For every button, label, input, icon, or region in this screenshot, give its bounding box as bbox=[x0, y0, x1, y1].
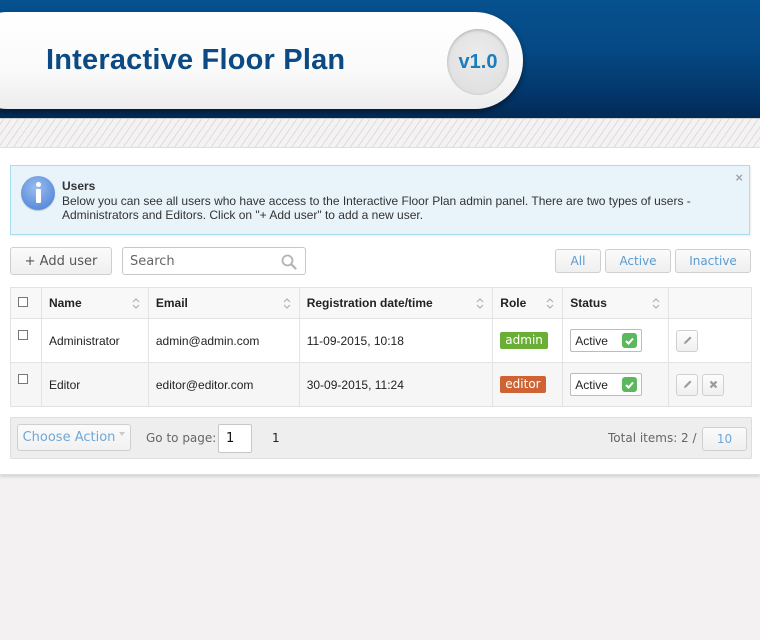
table-row: Administrator admin@admin.com 11-09-2015… bbox=[10, 318, 752, 363]
row-checkbox[interactable] bbox=[18, 373, 28, 384]
registration-cell: 30-09-2015, 11:24 bbox=[298, 362, 494, 407]
edit-button[interactable] bbox=[676, 373, 699, 396]
filter-all-button[interactable]: All bbox=[555, 249, 601, 273]
pencil-icon bbox=[683, 380, 692, 388]
table-row: Editor editor@editor.com 30-09-2015, 11:… bbox=[10, 362, 752, 407]
version-badge: v1.0 bbox=[447, 29, 509, 95]
pencil-icon bbox=[683, 336, 692, 344]
table-header-row: Name Email Registration date/time Role S… bbox=[10, 287, 752, 319]
column-header-name[interactable]: Name bbox=[40, 287, 149, 319]
column-label: Role bbox=[500, 296, 527, 310]
users-table: Name Email Registration date/time Role S… bbox=[10, 287, 752, 407]
column-header-role[interactable]: Role bbox=[492, 287, 564, 319]
filter-inactive-button[interactable]: Inactive bbox=[675, 249, 751, 273]
check-icon bbox=[622, 377, 638, 392]
close-icon[interactable]: × bbox=[735, 170, 743, 185]
role-cell: admin bbox=[492, 318, 564, 363]
filter-active-button[interactable]: Active bbox=[605, 249, 671, 273]
role-badge: editor bbox=[500, 376, 546, 393]
goto-page-label: Go to page: bbox=[146, 431, 217, 445]
actions-cell bbox=[668, 318, 752, 363]
column-label: Registration date/time bbox=[306, 296, 433, 310]
column-header-email[interactable]: Email bbox=[147, 287, 300, 319]
goto-page-input[interactable] bbox=[218, 424, 252, 453]
column-header-actions bbox=[668, 287, 752, 319]
search-box bbox=[122, 247, 306, 275]
total-items-label: Total items: 2 / bbox=[608, 431, 697, 445]
status-select[interactable]: Active bbox=[570, 373, 643, 396]
page-link[interactable]: 1 bbox=[272, 431, 280, 445]
select-all-checkbox[interactable] bbox=[18, 297, 28, 307]
table-footer: Choose Action Go to page: 1 Total items:… bbox=[10, 417, 752, 459]
status-select[interactable]: Active bbox=[570, 329, 643, 352]
sort-icon[interactable] bbox=[283, 297, 291, 310]
version-label: v1.0 bbox=[458, 50, 498, 73]
alert-title: Users bbox=[62, 179, 96, 193]
name-cell: Editor bbox=[40, 362, 149, 407]
role-badge: admin bbox=[500, 332, 548, 349]
email-cell: admin@admin.com bbox=[147, 318, 300, 363]
row-select-cell bbox=[10, 362, 42, 407]
sort-icon[interactable] bbox=[476, 297, 484, 310]
column-header-registration[interactable]: Registration date/time bbox=[298, 287, 494, 319]
sort-icon[interactable] bbox=[132, 297, 140, 310]
choose-action-label: Choose Action bbox=[22, 430, 116, 445]
column-label: Email bbox=[155, 296, 188, 310]
row-select-cell bbox=[10, 318, 42, 363]
caret-down-icon bbox=[119, 431, 126, 436]
status-cell: Active bbox=[562, 318, 670, 363]
role-cell: editor bbox=[492, 362, 564, 407]
status-value: Active bbox=[575, 377, 608, 392]
select-all-cell bbox=[10, 287, 42, 319]
app-header: Interactive Floor Plan v1.0 bbox=[0, 0, 760, 118]
check-icon bbox=[622, 333, 638, 348]
actions-cell bbox=[668, 362, 752, 407]
add-user-button[interactable]: + Add user bbox=[10, 247, 112, 275]
registration-cell: 11-09-2015, 10:18 bbox=[298, 318, 494, 363]
search-icon[interactable] bbox=[281, 254, 297, 270]
sort-icon[interactable] bbox=[546, 297, 554, 310]
sort-icon[interactable] bbox=[652, 297, 660, 310]
items-per-page-button[interactable]: 10 bbox=[702, 427, 747, 451]
close-icon bbox=[709, 380, 718, 389]
app-title: Interactive Floor Plan bbox=[46, 44, 346, 76]
name-cell: Administrator bbox=[40, 318, 149, 363]
delete-button[interactable] bbox=[702, 373, 725, 396]
alert-text: Below you can see all users who have acc… bbox=[62, 194, 691, 222]
info-alert: Users Below you can see all users who ha… bbox=[10, 165, 750, 235]
header-stripe-divider bbox=[0, 118, 760, 148]
status-value: Active bbox=[575, 333, 608, 348]
info-icon bbox=[21, 176, 55, 210]
users-panel: Users Below you can see all users who ha… bbox=[0, 148, 760, 475]
column-label: Name bbox=[48, 296, 82, 310]
column-header-status[interactable]: Status bbox=[562, 287, 670, 319]
status-cell: Active bbox=[562, 362, 670, 407]
row-checkbox[interactable] bbox=[18, 329, 28, 340]
choose-action-dropdown[interactable]: Choose Action bbox=[17, 424, 131, 451]
email-cell: editor@editor.com bbox=[147, 362, 300, 407]
search-input[interactable] bbox=[123, 248, 273, 274]
column-label: Status bbox=[570, 296, 607, 310]
edit-button[interactable] bbox=[676, 329, 699, 352]
